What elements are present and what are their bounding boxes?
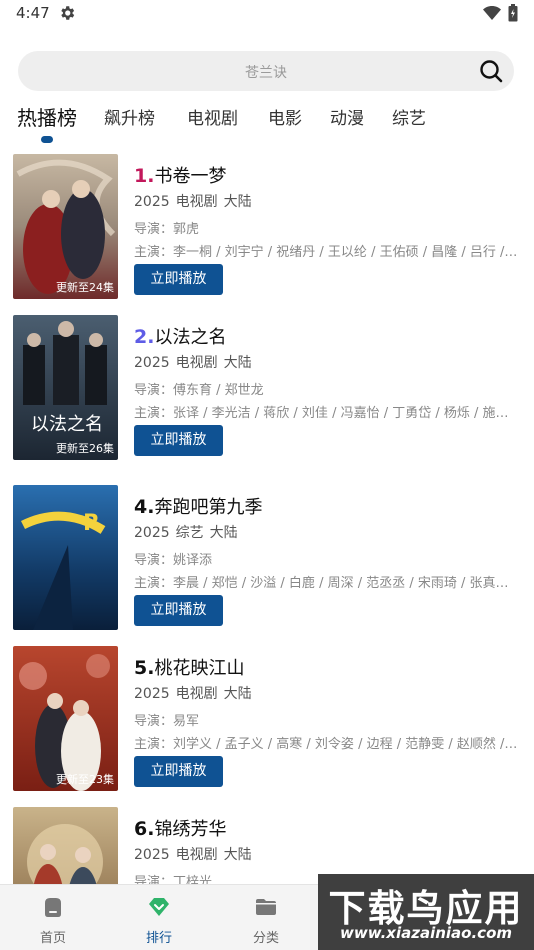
item-year: 2025 <box>134 525 170 541</box>
item-meta: 2025 综艺 大陆 <box>134 522 244 542</box>
poster-image[interactable]: 更新至23集 <box>13 646 118 791</box>
item-cast: 主演：张译 / 李光洁 / 蒋欣 / 刘佳 / 冯嘉怡 / 丁勇岱 / 杨烁 /… <box>134 406 519 421</box>
item-cast: 主演：李晨 / 郑恺 / 沙溢 / 白鹿 / 周深 / 范丞丞 / 宋雨琦 / … <box>134 576 519 591</box>
status-time: 4:47 <box>16 4 50 22</box>
item-title-row[interactable]: 6.锦绣芳华 <box>134 815 226 841</box>
item-title-row[interactable]: 4.奔跑吧第九季 <box>134 493 262 519</box>
item-title: 桃花映江山 <box>154 658 245 679</box>
poster-update-badge: 更新至24集 <box>56 281 114 294</box>
item-region: 大陆 <box>223 355 252 371</box>
item-director: 导演：傅东育 / 郑世龙 <box>134 383 264 398</box>
nav-category-label: 分类 <box>252 931 279 946</box>
tab-variety[interactable]: 综艺 <box>392 104 426 129</box>
item-region: 大陆 <box>223 194 252 210</box>
item-year: 2025 <box>134 194 170 210</box>
item-cast: 主演：李一桐 / 刘宇宁 / 祝绪丹 / 王以纶 / 王佑硕 / 昌隆 / 吕行… <box>134 245 519 260</box>
nav-home[interactable]: 首页 <box>13 885 93 950</box>
rank-number: 1. <box>134 165 155 187</box>
item-title-row[interactable]: 1.书卷一梦 <box>134 162 226 188</box>
item-type: 电视剧 <box>175 194 218 210</box>
item-title: 锦绣芳华 <box>154 819 227 840</box>
list-item[interactable]: 以法之名 更新至26集 2.以法之名 2025 电视剧 大陆 导演：傅东育 / 郑世… <box>0 311 534 461</box>
list-item[interactable]: 更新至24集 1.书卷一梦 2025 电视剧 大陆 导演：郭虎 主演：李一桐 / 刘… <box>0 150 534 300</box>
search-bar[interactable]: 苍兰诀 <box>18 51 514 91</box>
item-title: 以法之名 <box>154 327 227 348</box>
nav-category[interactable]: 分类 <box>226 885 306 950</box>
item-meta: 2025 电视剧 大陆 <box>134 683 258 703</box>
item-title: 奔跑吧第九季 <box>154 497 263 518</box>
site-watermark: 下载鸟应用 www.xiazainiao.com <box>318 874 534 950</box>
play-now-button[interactable]: 立即播放 <box>134 756 223 787</box>
svg-text:以法之名: 以法之名 <box>31 414 103 435</box>
item-meta: 2025 电视剧 大陆 <box>134 844 258 864</box>
item-title-row[interactable]: 2.以法之名 <box>134 323 226 349</box>
rank-number: 6. <box>134 818 155 840</box>
poster-image[interactable]: 以法之名 更新至26集 <box>13 315 118 460</box>
item-type: 电视剧 <box>175 355 218 371</box>
poster-image[interactable]: 更新至24集 <box>13 154 118 299</box>
status-bar: 4:47 <box>0 0 534 30</box>
poster-update-badge: 更新至23集 <box>56 773 114 786</box>
diamond-icon <box>149 898 169 916</box>
item-director: 导演：郭虎 <box>134 222 200 237</box>
item-type: 电视剧 <box>175 847 218 863</box>
rank-number: 4. <box>134 496 155 518</box>
item-director: 导演：易军 <box>134 714 200 729</box>
rank-number: 2. <box>134 326 155 348</box>
rank-number: 5. <box>134 657 155 679</box>
item-region: 大陆 <box>209 525 238 541</box>
settings-gear-icon <box>61 6 75 20</box>
item-year: 2025 <box>134 847 170 863</box>
nav-home-label: 首页 <box>39 931 66 946</box>
poster-image[interactable]: R <box>13 485 118 630</box>
nav-ranking[interactable]: 排行 <box>119 885 199 950</box>
search-placeholder: 苍兰诀 <box>245 65 287 81</box>
play-now-button[interactable]: 立即播放 <box>134 595 223 626</box>
item-title-row[interactable]: 5.桃花映江山 <box>134 654 244 680</box>
watermark-url: www.xiazainiao.com <box>339 924 513 942</box>
item-director: 导演：姚译添 <box>134 553 213 568</box>
svg-text:R: R <box>83 511 100 536</box>
wifi-icon <box>483 6 501 20</box>
category-tabs: 热播榜 飙升榜 电视剧 电影 动漫 综艺 <box>0 104 534 144</box>
item-meta: 2025 电视剧 大陆 <box>134 191 258 211</box>
tab-movies[interactable]: 电影 <box>268 104 302 129</box>
tab-rising[interactable]: 飙升榜 <box>104 104 155 129</box>
item-year: 2025 <box>134 355 170 371</box>
nav-ranking-label: 排行 <box>145 931 172 946</box>
item-region: 大陆 <box>223 847 252 863</box>
battery-icon <box>508 4 518 22</box>
item-cast: 主演：刘学义 / 孟子义 / 高寒 / 刘令姿 / 边程 / 范静雯 / 赵顺然… <box>134 737 519 752</box>
tab-tv-series[interactable]: 电视剧 <box>187 104 238 129</box>
search-icon[interactable] <box>478 58 504 84</box>
poster-update-badge: 更新至26集 <box>56 442 114 455</box>
item-region: 大陆 <box>223 686 252 702</box>
item-meta: 2025 电视剧 大陆 <box>134 352 258 372</box>
tab-hot[interactable]: 热播榜 <box>17 102 77 131</box>
item-year: 2025 <box>134 686 170 702</box>
play-now-button[interactable]: 立即播放 <box>134 425 223 456</box>
item-type: 电视剧 <box>175 686 218 702</box>
item-title: 书卷一梦 <box>154 166 227 187</box>
list-item[interactable]: R 4.奔跑吧第九季 2025 综艺 大陆 导演：姚译添 主演：李晨 / 郑恺 / … <box>0 481 534 631</box>
tab-anime[interactable]: 动漫 <box>330 104 364 129</box>
list-item[interactable]: 更新至23集 5.桃花映江山 2025 电视剧 大陆 导演：易军 主演：刘学义 / … <box>0 642 534 792</box>
item-type: 综艺 <box>175 525 204 541</box>
folder-icon <box>256 899 276 915</box>
home-icon <box>45 898 61 917</box>
tab-indicator <box>41 136 53 143</box>
play-now-button[interactable]: 立即播放 <box>134 264 223 295</box>
